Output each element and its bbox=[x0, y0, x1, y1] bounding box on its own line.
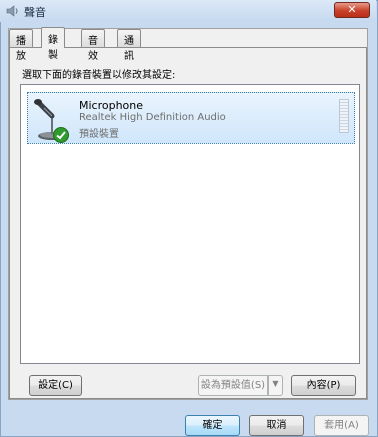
device-name: Microphone bbox=[79, 99, 144, 112]
properties-button[interactable]: 內容(P) bbox=[291, 375, 356, 396]
level-meter bbox=[339, 99, 349, 133]
apply-button[interactable]: 套用(A) bbox=[314, 415, 369, 436]
set-default-dropdown[interactable]: ▼ bbox=[268, 375, 283, 396]
chevron-down-icon: ▼ bbox=[272, 379, 279, 388]
close-button[interactable]: ✕ bbox=[334, 2, 370, 18]
default-check-icon bbox=[53, 127, 69, 143]
configure-button[interactable]: 設定(C) bbox=[29, 375, 82, 396]
close-icon: ✕ bbox=[347, 3, 357, 16]
set-default-button[interactable]: 設為預設值(S) bbox=[198, 375, 268, 396]
tab-sounds[interactable]: 音效 bbox=[81, 29, 105, 62]
tab-playback[interactable]: 播放 bbox=[9, 29, 33, 62]
cancel-button[interactable]: 取消 bbox=[249, 415, 304, 436]
device-driver: Realtek High Definition Audio bbox=[79, 112, 226, 123]
instruction-text: 選取下面的錄音裝置以修改其設定: bbox=[22, 70, 176, 81]
tab-communications[interactable]: 通訊 bbox=[117, 29, 141, 62]
device-status: 預設裝置 bbox=[79, 129, 119, 140]
speaker-icon bbox=[6, 5, 18, 17]
window-title: 聲音 bbox=[24, 6, 46, 19]
tab-recording[interactable]: 錄製 bbox=[41, 27, 65, 61]
ok-button[interactable]: 確定 bbox=[185, 415, 240, 436]
title-bar[interactable]: 聲音 ✕ bbox=[0, 0, 376, 22]
